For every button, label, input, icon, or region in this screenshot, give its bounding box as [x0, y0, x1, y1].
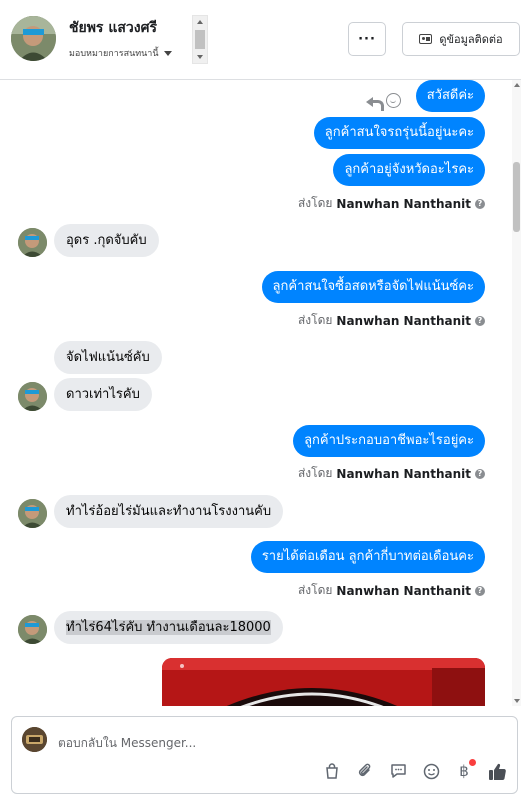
- contact-avatar[interactable]: [11, 16, 56, 61]
- incoming-message[interactable]: ทำไร่อ้อยไร่มันและทำงานโรงงานคับ: [54, 495, 284, 528]
- thumbs-up-icon[interactable]: [487, 761, 507, 781]
- scroll-up-icon[interactable]: [514, 83, 520, 87]
- payment-baht-icon[interactable]: ฿: [454, 759, 476, 781]
- sent-by-line: ส่งโดย Nanwhan Nanthanit ?: [298, 311, 485, 330]
- shop-bag-icon[interactable]: [322, 761, 342, 781]
- scroll-down-icon[interactable]: [197, 55, 203, 59]
- sent-by-line: ส่งโดย Nanwhan Nanthanit ?: [298, 464, 485, 483]
- saved-reply-icon[interactable]: [388, 761, 408, 781]
- more-icon: ···: [358, 31, 376, 47]
- sent-by-prefix: ส่งโดย: [297, 196, 333, 210]
- sent-by-prefix: ส่งโดย: [297, 313, 333, 327]
- sent-by-prefix: ส่งโดย: [297, 583, 333, 597]
- scroll-up-icon[interactable]: [197, 20, 203, 24]
- contact-name[interactable]: ชัยพร แสวงศรี: [69, 17, 157, 39]
- message-thread[interactable]: สวัสดีค่ะ ลูกค้าสนใจรถรุ่นนี้อยู่นะคะ ลู…: [0, 80, 510, 706]
- sent-by-line: ส่งโดย Nanwhan Nanthanit ?: [298, 194, 485, 213]
- scroll-down-icon[interactable]: [514, 699, 520, 703]
- contact-avatar-small: [18, 615, 47, 644]
- outgoing-message[interactable]: สวัสดีค่ะ: [415, 80, 485, 112]
- info-icon[interactable]: ?: [475, 198, 485, 209]
- contact-avatar-small: [18, 499, 47, 528]
- contact-card-icon: [419, 34, 433, 44]
- reply-input[interactable]: ตอบกลับใน Messenger...: [58, 734, 196, 753]
- scroll-thumb[interactable]: [513, 162, 520, 232]
- more-options-button[interactable]: ···: [348, 22, 386, 56]
- sent-by-line: ส่งโดย Nanwhan Nanthanit ?: [298, 581, 485, 600]
- notification-dot: [469, 759, 476, 766]
- reaction-smile-icon[interactable]: [386, 93, 401, 108]
- baht-symbol: ฿: [459, 762, 469, 780]
- assign-conversation-dropdown[interactable]: มอบหมายการสนทนานี้: [69, 46, 172, 60]
- emoji-icon[interactable]: [421, 761, 441, 781]
- thread-scrollbar[interactable]: [512, 80, 521, 706]
- sender-name[interactable]: Nanwhan Nanthanit: [336, 467, 471, 481]
- incoming-message[interactable]: จัดไฟแน้นซ์คับ: [54, 341, 162, 374]
- caret-down-icon: [163, 51, 172, 56]
- scroll-thumb[interactable]: [195, 30, 205, 49]
- message-actions: [366, 93, 401, 111]
- incoming-message[interactable]: ดาวเท่าไรคับ: [54, 378, 152, 411]
- sender-name[interactable]: Nanwhan Nanthanit: [336, 314, 471, 328]
- contact-avatar-small: [18, 228, 47, 257]
- incoming-message[interactable]: อุดร .กุดจับคับ: [54, 224, 159, 257]
- attached-car-photo[interactable]: [162, 658, 485, 706]
- outgoing-message[interactable]: ลูกค้าสนใจรถรุ่นนี้อยู่นะคะ: [313, 117, 485, 149]
- info-icon[interactable]: ?: [475, 585, 485, 596]
- info-icon[interactable]: ?: [475, 468, 485, 479]
- outgoing-message[interactable]: ลูกค้าอยู่จังหวัดอะไรคะ: [333, 154, 485, 186]
- reply-icon[interactable]: [366, 94, 384, 111]
- sender-name[interactable]: Nanwhan Nanthanit: [336, 584, 471, 598]
- conversation-header: ชัยพร แสวงศรี มอบหมายการสนทนานี้ ··· ดูข…: [0, 0, 521, 80]
- reply-composer[interactable]: ตอบกลับใน Messenger... ฿: [11, 716, 518, 794]
- outgoing-message[interactable]: ลูกค้าสนใจซื้อสดหรือจัดไฟแน้นซ์คะ: [261, 271, 485, 303]
- incoming-message-selected[interactable]: ทำไร่64ไร่คับ ทำงานเดือนละ18000: [54, 611, 283, 644]
- view-contact-info-button[interactable]: ดูข้อมูลติดต่อ: [402, 22, 520, 56]
- info-icon[interactable]: ?: [475, 315, 485, 326]
- outgoing-message[interactable]: รายได้ต่อเดือน ลูกค้ากี่บาทต่อเดือนคะ: [250, 541, 485, 573]
- header-scrollbar[interactable]: [192, 15, 208, 64]
- page-avatar: [22, 727, 47, 752]
- sender-name[interactable]: Nanwhan Nanthanit: [336, 197, 471, 211]
- selected-text[interactable]: ทำไร่64ไร่คับ ทำงานเดือนละ18000: [66, 620, 271, 635]
- messenger-inbox-panel: ชัยพร แสวงศรี มอบหมายการสนทนานี้ ··· ดูข…: [0, 0, 521, 800]
- attachment-icon[interactable]: [355, 761, 375, 781]
- sent-by-prefix: ส่งโดย: [297, 466, 333, 480]
- view-contact-info-label: ดูข้อมูลติดต่อ: [439, 33, 503, 46]
- composer-toolbar: ฿: [322, 759, 507, 781]
- assign-label: มอบหมายการสนทนานี้: [69, 49, 159, 59]
- contact-avatar-small: [18, 382, 47, 411]
- outgoing-message[interactable]: ลูกค้าประกอบอาชีพอะไรอยู่คะ: [293, 425, 485, 457]
